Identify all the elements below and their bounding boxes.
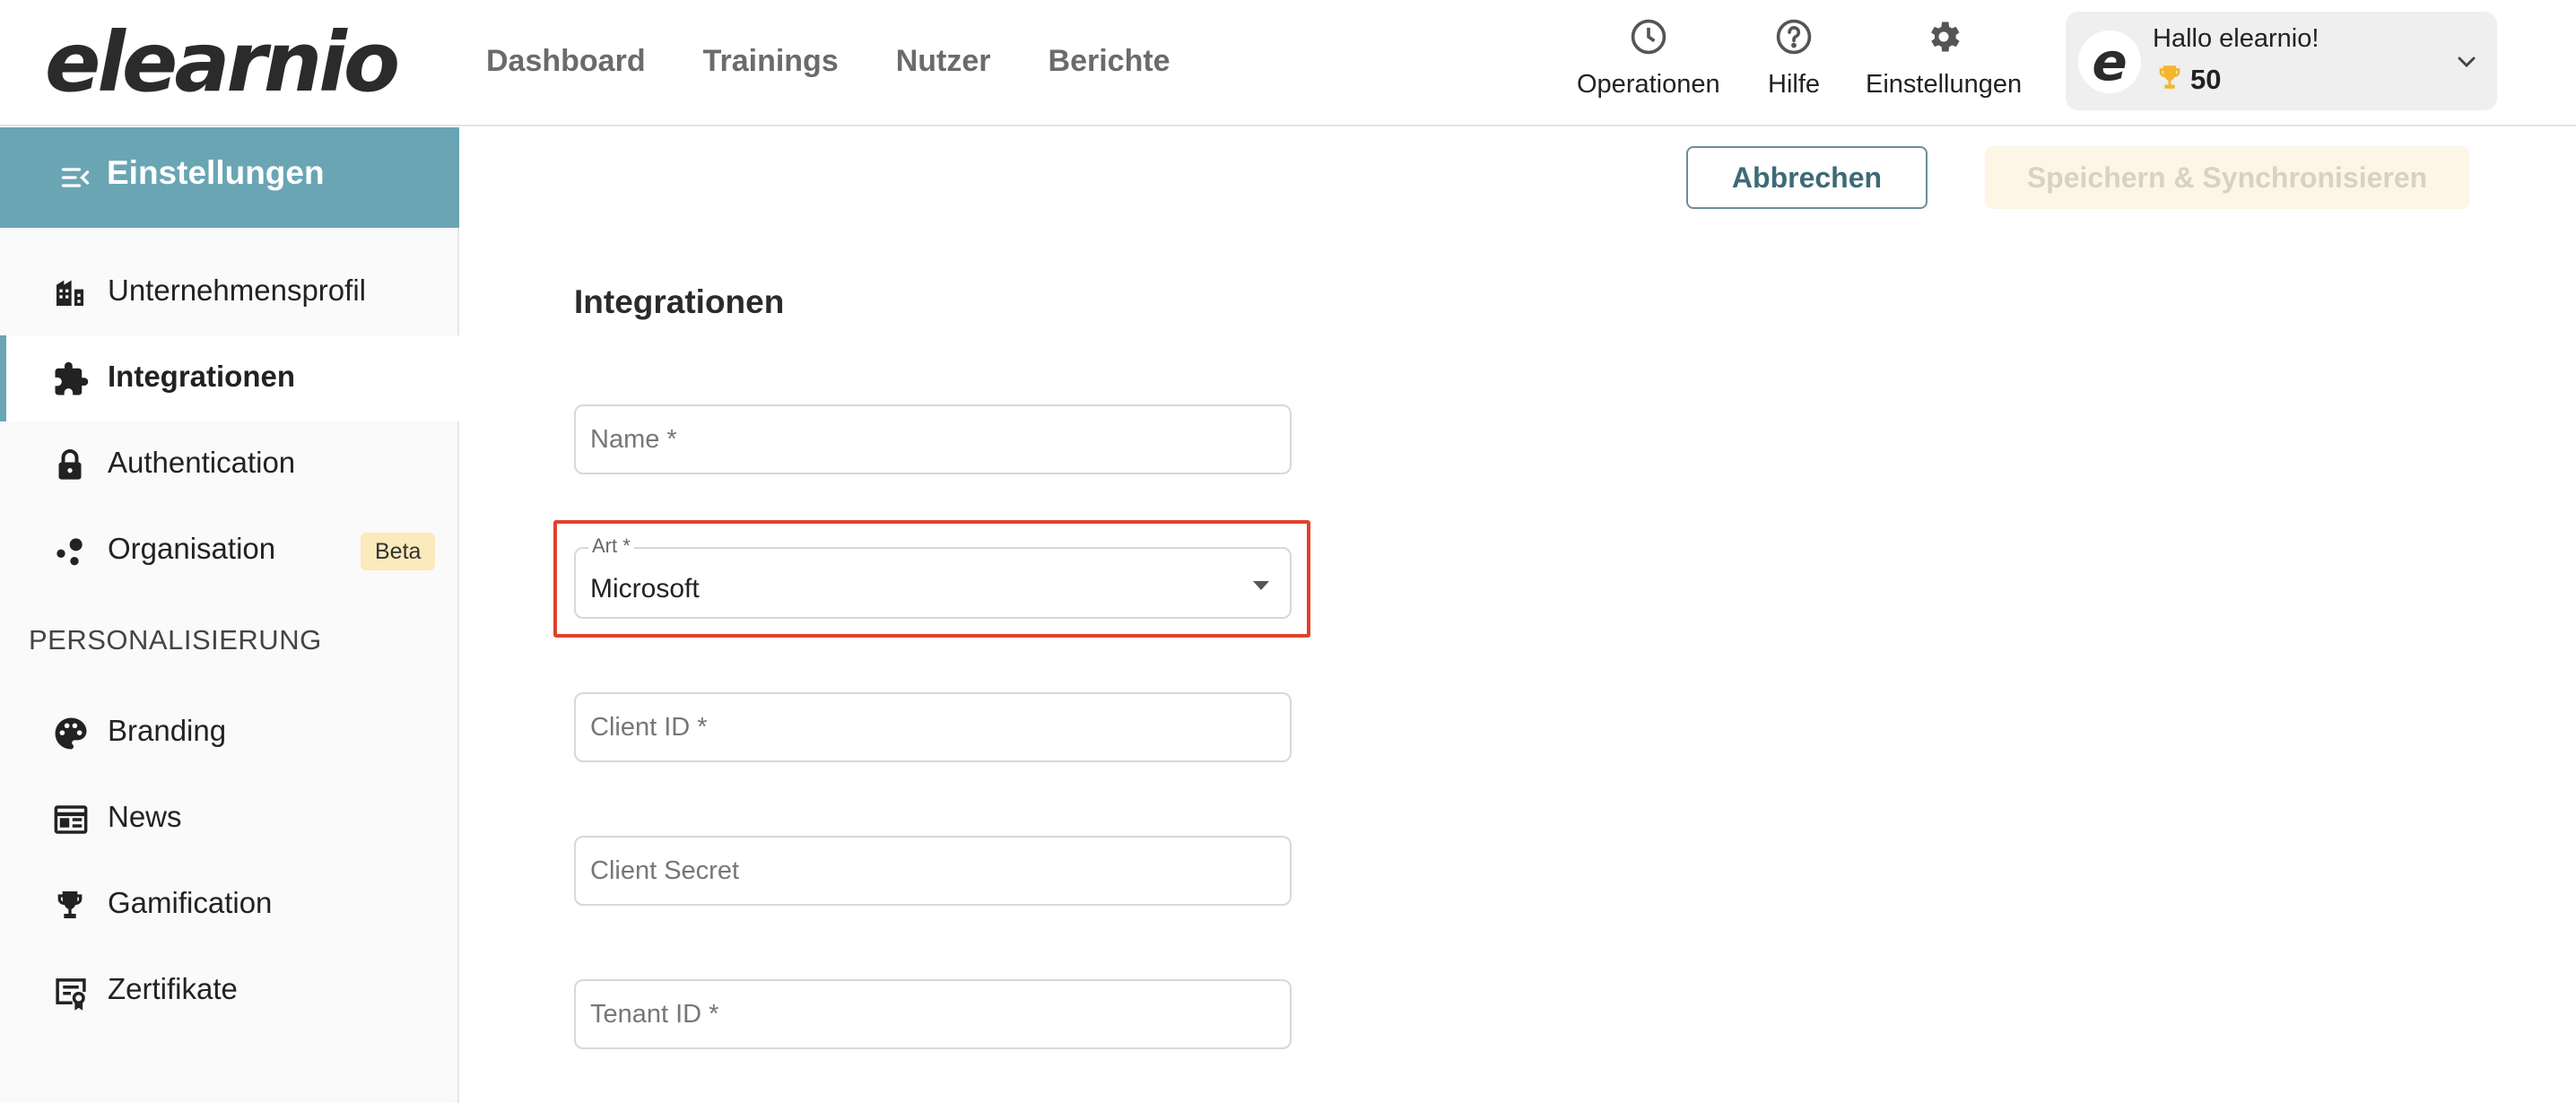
cancel-button[interactable]: Abbrechen [1686,146,1928,209]
chevron-down-icon[interactable] [2452,48,2481,76]
type-select[interactable]: Art * Microsoft [574,534,1292,619]
avatar: e [2078,30,2141,93]
beta-badge: Beta [361,533,436,570]
dropdown-arrow-icon[interactable] [1250,578,1272,592]
sidebar-item-label: Authentication [108,446,296,479]
tenant-id-input[interactable] [574,979,1292,1049]
section-label-personalisierung: PERSONALISIERUNG [29,624,322,656]
nav-trainings[interactable]: Trainings [703,39,839,83]
main-nav: Dashboard Trainings Nutzer Berichte [486,39,1171,83]
points-display: 50 [2154,62,2221,97]
user-menu[interactable]: e Hallo elearnio! 50 [2066,12,2497,110]
nav-nutzer[interactable]: Nutzer [896,39,991,83]
sidebar-item-label: Organisation [108,532,276,565]
trophy-icon [52,887,90,925]
settings-button[interactable]: Einstellungen [1866,16,2022,100]
trophy-icon [2154,62,2185,97]
help-button[interactable]: Hilfe [1768,16,1820,100]
sidebar-header[interactable]: Einstellungen [0,127,459,228]
top-bar: elearnio Dashboard Trainings Nutzer Beri… [0,0,2576,126]
palette-icon [52,715,90,752]
sidebar-item-zertifikate[interactable]: Zertifikate [0,948,459,1034]
menu-collapse-icon[interactable] [59,161,91,194]
nav-dashboard[interactable]: Dashboard [486,39,646,83]
puzzle-icon [52,360,90,398]
certificate-icon [52,973,90,1011]
sidebar-item-gamification[interactable]: Gamification [0,862,459,948]
sidebar-item-label: Zertifikate [108,972,238,1005]
client-id-input[interactable] [574,692,1292,762]
settings-label: Einstellungen [1866,70,2023,99]
type-select-label: Art * [588,534,634,558]
sidebar-item-unternehmensprofil[interactable]: Unternehmensprofil [0,249,459,335]
operations-label: Operationen [1577,70,1720,99]
sidebar-item-label: Branding [108,714,227,747]
sidebar-item-label: News [108,800,182,833]
sidebar-item-label: Integrationen [108,360,296,393]
elearnio-logo[interactable]: elearnio [45,18,400,108]
gear-icon [1923,16,1964,57]
help-label: Hilfe [1768,70,1821,99]
operations-button[interactable]: Operationen [1577,16,1720,100]
lock-icon [52,447,90,484]
sidebar-item-authentication[interactable]: Authentication [0,421,459,508]
sidebar-item-label: Unternehmensprofil [108,274,366,307]
settings-sidebar: Einstellungen Unternehmensprofil Integra… [0,127,459,1103]
sidebar-title: Einstellungen [107,154,325,191]
help-circle-icon [1773,16,1815,57]
sidebar-item-organisation[interactable]: Organisation Beta [0,508,459,594]
organisation-icon [52,533,90,570]
user-greeting: Hallo elearnio! [2153,24,2319,53]
sidebar-item-news[interactable]: News [0,776,459,862]
points-value: 50 [2190,63,2222,95]
newspaper-icon [52,801,90,838]
client-secret-input[interactable] [574,836,1292,906]
save-sync-button[interactable]: Speichern & Synchronisieren [1985,146,2469,209]
page-title: Integrationen [574,283,785,320]
nav-berichte[interactable]: Berichte [1049,39,1171,83]
type-select-value: Microsoft [590,574,700,604]
name-input[interactable] [574,404,1292,474]
clock-icon [1628,16,1669,57]
building-icon [52,274,90,312]
sidebar-item-label: Gamification [108,886,273,919]
sidebar-item-branding[interactable]: Branding [0,690,459,776]
sidebar-item-integrationen[interactable]: Integrationen [0,335,459,421]
